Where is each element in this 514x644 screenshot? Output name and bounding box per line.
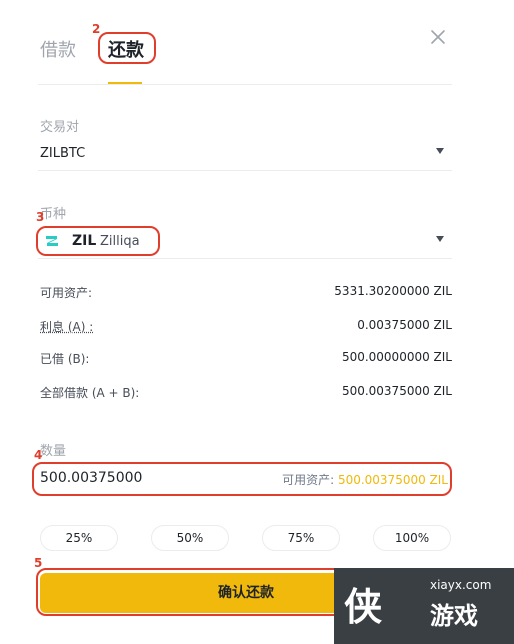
pair-label: 交易对 [40, 120, 80, 135]
coin-symbol[interactable]: ZIL [72, 233, 96, 249]
annotation-number: 3 [36, 210, 45, 224]
percent-25-button[interactable]: 25% [40, 525, 118, 551]
info-row: 已借 (B): 500.00000000 ZIL [40, 350, 452, 368]
chevron-down-icon[interactable] [436, 148, 444, 154]
info-label: 可用资产: [40, 286, 93, 300]
annotation-number: 4 [34, 448, 43, 462]
chevron-down-icon[interactable] [436, 236, 444, 242]
pair-select[interactable]: ZILBTC [40, 146, 85, 161]
annotation-box [98, 32, 156, 64]
percent-50-button[interactable]: 50% [151, 525, 229, 551]
zil-coin-icon [46, 236, 58, 246]
info-row: 可用资产: 5331.30200000 ZIL [40, 284, 452, 302]
info-label: 利息 (A) : [40, 320, 94, 334]
info-value: 500.00000000 ZIL [341, 350, 452, 364]
info-value: 5331.30200000 ZIL [334, 284, 452, 298]
info-row: 全部借款 (A + B): 500.00375000 ZIL [40, 384, 452, 402]
percent-75-button[interactable]: 75% [262, 525, 340, 551]
tab-borrow[interactable]: 借款 [40, 36, 76, 62]
info-label: 全部借款 (A + B): [40, 386, 140, 400]
annotation-number: 2 [92, 22, 101, 36]
info-row: 利息 (A) : 0.00375000 ZIL [40, 318, 452, 336]
close-icon[interactable] [428, 27, 448, 47]
watermark-logo: 侠 [344, 584, 383, 629]
divider [38, 258, 452, 259]
percent-100-button[interactable]: 100% [373, 525, 451, 551]
divider [38, 170, 452, 171]
info-label: 已借 (B): [40, 352, 90, 366]
divider [38, 84, 452, 85]
info-value: 500.00375000 ZIL [341, 384, 452, 398]
watermark: 侠 xiayx.com 游戏 [334, 568, 514, 644]
info-value: 0.00375000 ZIL [357, 318, 452, 332]
amount-label: 数量 [40, 444, 67, 459]
available-balance: 可用资产: 500.00375000 ZIL [282, 471, 448, 488]
watermark-name: 游戏 [430, 602, 478, 630]
coin-name: Zilliqa [100, 234, 140, 249]
available-value[interactable]: 500.00375000 ZIL [338, 473, 448, 487]
watermark-url: xiayx.com [430, 578, 492, 592]
amount-input[interactable]: 500.00375000 [40, 470, 142, 486]
available-label: 可用资产: [282, 473, 335, 487]
